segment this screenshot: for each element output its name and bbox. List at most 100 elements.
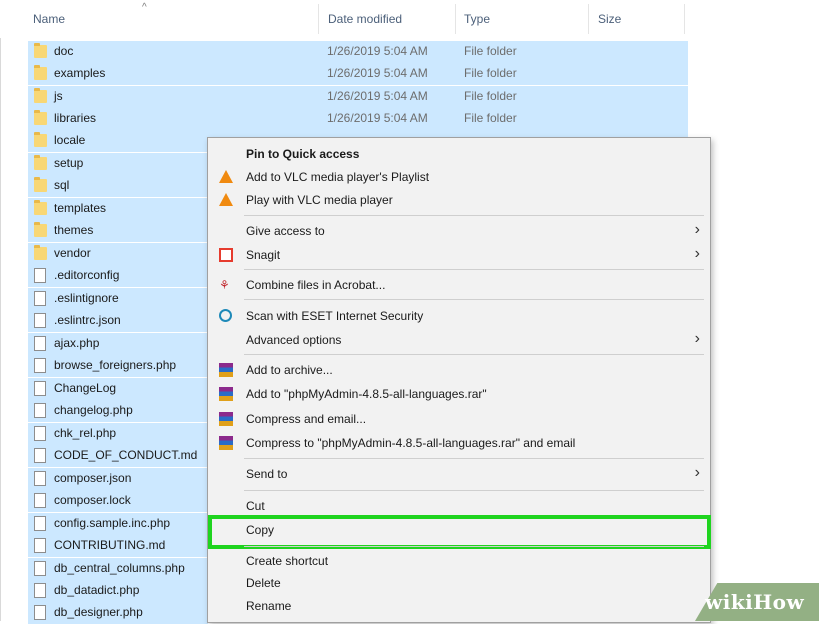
file-name: browse_foreigners.php [54,358,177,372]
list-item-file[interactable]: ChangeLog [28,378,208,400]
list-item-folder[interactable]: doc 1/26/2019 5:04 AM File folder [28,41,688,63]
list-item-file[interactable]: changelog.php [28,400,208,422]
menu-item-label: Copy [246,523,275,537]
column-name[interactable]: Name [33,12,65,26]
column-size[interactable]: Size [598,12,621,26]
folder-icon [34,245,47,260]
file-icon [34,493,46,508]
menu-item-add-to-archive[interactable]: Add to archive... [208,359,710,381]
list-item-file[interactable]: CODE_OF_CONDUCT.md [28,445,208,467]
list-item-file[interactable]: .eslintignore [28,288,208,310]
list-item-file[interactable]: config.sample.inc.php [28,513,208,535]
file-name: db_central_columns.php [54,561,185,575]
menu-item-send-to[interactable]: Send to › [208,463,710,485]
menu-separator [244,354,704,355]
file-icon [34,561,46,576]
list-item-folder[interactable]: examples 1/26/2019 5:04 AM File folder [28,63,688,85]
menu-item-combine-acrobat[interactable]: ⚘ Combine files in Acrobat... [208,274,710,296]
file-name: ChangeLog [54,381,117,395]
menu-item-label: Send to [246,467,288,481]
file-name: doc [54,44,74,58]
list-item-folder[interactable]: themes [28,220,208,242]
file-name: examples [54,66,106,80]
list-item-folder[interactable]: libraries 1/26/2019 5:04 AM File folder [28,108,688,130]
menu-item-cut[interactable]: Cut [208,495,710,517]
eset-icon [219,309,232,322]
column-divider[interactable] [318,4,319,34]
acrobat-icon: ⚘ [219,278,230,292]
folder-icon [34,110,47,125]
list-item-file[interactable]: .editorconfig [28,265,208,287]
file-type: File folder [464,44,517,58]
menu-item-advanced-options[interactable]: Advanced options › [208,329,710,351]
folder-icon [34,222,47,237]
pane-border [0,38,1,621]
list-item-file[interactable]: .eslintrc.json [28,310,208,332]
watermark-text: wikiHow [705,590,805,614]
menu-item-create-shortcut[interactable]: Create shortcut [208,550,710,572]
file-name: setup [54,156,84,170]
menu-item-snagit[interactable]: Snagit › [208,244,710,266]
list-item-folder[interactable]: vendor [28,243,208,265]
file-type: File folder [464,111,517,125]
file-name: themes [54,223,94,237]
file-name: changelog.php [54,403,133,417]
column-type[interactable]: Type [464,12,490,26]
menu-item-delete[interactable]: Delete [208,572,710,594]
column-header: ^ Name Date modified Type Size [0,0,690,38]
list-item-folder[interactable]: js 1/26/2019 5:04 AM File folder [28,86,688,108]
column-divider[interactable] [455,4,456,34]
menu-item-label: Create shortcut [246,554,329,568]
winrar-icon [219,436,233,450]
menu-item-label: Delete [246,576,281,590]
list-item-file[interactable]: chk_rel.php [28,423,208,445]
list-item-file[interactable]: ajax.php [28,333,208,355]
list-item-file[interactable]: db_datadict.php [28,580,208,602]
chevron-right-icon: › [694,464,700,481]
menu-item-compress-email[interactable]: Compress and email... [208,408,710,430]
file-icon [34,583,46,598]
date-modified: 1/26/2019 5:04 AM [327,66,428,80]
file-name: composer.lock [54,493,131,507]
list-item-file[interactable]: composer.lock [28,490,208,512]
list-item-folder[interactable]: templates [28,198,208,220]
menu-item-vlc-add-playlist[interactable]: Add to VLC media player's Playlist [208,166,710,188]
folder-icon [34,200,47,215]
file-icon [34,313,46,328]
date-modified: 1/26/2019 5:04 AM [327,111,428,125]
menu-item-label: Compress to "phpMyAdmin-4.8.5-all-langua… [246,436,576,450]
menu-item-rename[interactable]: Rename [208,595,710,617]
file-type: File folder [464,66,517,80]
column-date-modified[interactable]: Date modified [328,12,402,26]
menu-item-eset-scan[interactable]: Scan with ESET Internet Security [208,305,710,327]
file-name: .editorconfig [54,268,120,282]
menu-separator [244,299,704,300]
file-icon [34,291,46,306]
list-item-folder[interactable]: setup [28,153,208,175]
column-divider[interactable] [588,4,589,34]
file-icon [34,381,46,396]
column-divider[interactable] [684,4,685,34]
file-icon [34,336,46,351]
menu-item-give-access[interactable]: Give access to › [208,220,710,242]
menu-item-compress-rar-email[interactable]: Compress to "phpMyAdmin-4.8.5-all-langua… [208,432,710,454]
menu-item-label: Scan with ESET Internet Security [246,309,424,323]
menu-item-label: Snagit [246,248,281,262]
menu-item-pin-quick-access[interactable]: Pin to Quick access [208,143,710,165]
list-item-file[interactable]: composer.json [28,468,208,490]
menu-item-copy[interactable]: Copy [208,519,710,541]
file-name: sql [54,178,70,192]
winrar-icon [219,387,233,401]
folder-icon [34,43,47,58]
list-item-folder[interactable]: sql [28,175,208,197]
menu-item-add-to-rar[interactable]: Add to "phpMyAdmin-4.8.5-all-languages.r… [208,383,710,405]
list-item-file[interactable]: db_central_columns.php [28,558,208,580]
menu-item-label: Combine files in Acrobat... [246,278,386,292]
list-item-file[interactable]: CONTRIBUTING.md [28,535,208,557]
menu-separator [244,490,704,491]
list-item-file[interactable]: browse_foreigners.php [28,355,208,377]
menu-separator [244,269,704,270]
folder-icon [34,155,47,170]
menu-separator [244,458,704,459]
menu-item-vlc-play[interactable]: Play with VLC media player [208,189,710,211]
